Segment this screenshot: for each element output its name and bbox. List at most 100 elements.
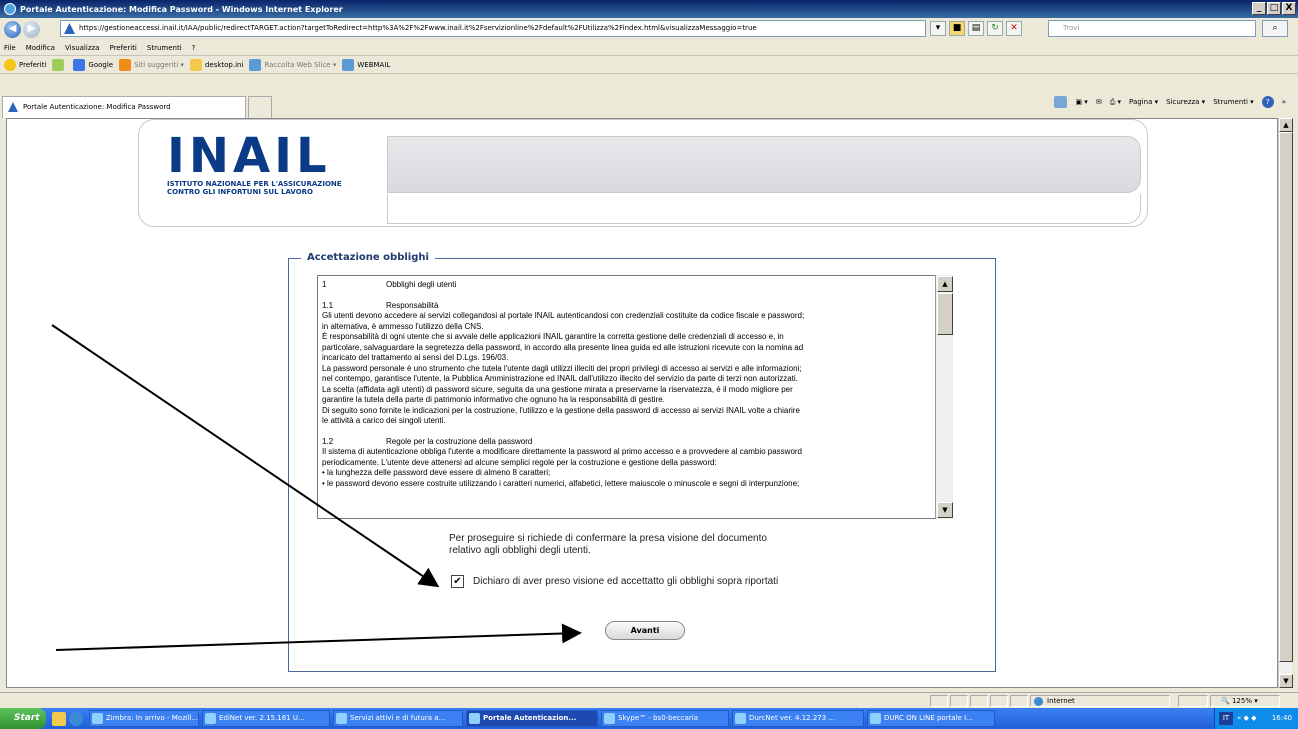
inail-logo-subtitle: ISTITUTO NAZIONALE PER L'ASSICURAZIONE C…	[167, 180, 342, 196]
scroll-down-icon[interactable]: ▼	[937, 502, 953, 518]
fav-suggested[interactable]: Siti suggeriti ▾	[119, 58, 184, 71]
document-line: La password personale è uno strumento ch…	[322, 364, 948, 375]
fav-desktop[interactable]: desktop.ini	[189, 58, 244, 71]
star-icon	[4, 58, 16, 71]
stop-icon[interactable]: ✕	[1006, 21, 1022, 36]
scroll-up-icon[interactable]: ▲	[1279, 118, 1293, 132]
document-line: in alternativa, è ammesso l'utilizzo del…	[322, 322, 948, 333]
forward-button[interactable]: ▶	[23, 20, 40, 38]
accept-checkbox[interactable]: ✔	[451, 575, 464, 588]
page-scrollbar[interactable]: ▲ ▼	[1278, 118, 1293, 688]
document-text: particolare, salvaguardare la segretezza…	[322, 342, 804, 352]
scroll-thumb[interactable]	[937, 293, 953, 335]
new-tab-button[interactable]	[248, 96, 272, 118]
dropdown-arrow-icon[interactable]: ▾	[930, 21, 946, 36]
ie-page-icon	[249, 58, 262, 71]
status-cell	[1010, 695, 1028, 707]
document-line: nel contempo, garantisce l'utente, la Pu…	[322, 374, 948, 385]
section-number: 1	[322, 280, 327, 289]
avanti-button[interactable]: Avanti	[605, 621, 685, 640]
clock: 16:40	[1271, 714, 1292, 722]
refresh-icon[interactable]: ↻	[987, 21, 1003, 36]
url-text: https://gestioneaccessi.inail.it/IAA/pub…	[79, 24, 757, 32]
document-line: incaricato del trattamento ai sensi del …	[322, 353, 948, 364]
scroll-up-icon[interactable]: ▲	[937, 276, 953, 292]
task-durc-online[interactable]: DURC ON LINE portale I...	[867, 710, 995, 727]
fav-desktop-label: desktop.ini	[204, 60, 244, 69]
logo-sub-line1: ISTITUTO NAZIONALE PER L'ASSICURAZIONE	[167, 180, 342, 188]
menu-help[interactable]: ?	[192, 44, 196, 52]
document-text: Gli utenti devono accedere ai servizi co…	[322, 311, 805, 320]
search-icon[interactable]: ⌕	[1262, 20, 1288, 37]
obligations-document[interactable]: 1 Obblighi degli utenti 1.1 Responsabilità G…	[317, 275, 953, 519]
protected-mode-icon[interactable]	[1178, 695, 1208, 707]
menu-strumenti[interactable]: Strumenti	[147, 44, 182, 52]
feeds-icon[interactable]: ▣ ▾	[1075, 98, 1087, 106]
globe-icon	[1034, 697, 1043, 706]
tray-icons[interactable]: « ◆ ◆	[1237, 708, 1257, 729]
task-zimbra[interactable]: Zimbra: In arrivo - Mozill...	[89, 710, 199, 727]
close-button[interactable]: X	[1282, 2, 1296, 15]
minimize-button[interactable]: _	[1252, 2, 1266, 15]
chevron-right-icon[interactable]: »	[1282, 98, 1286, 106]
confirm-instructions: Per proseguire si richiede di confermare…	[449, 533, 767, 557]
task-label: DurcNet ver. 4.12.273 ...	[749, 714, 836, 722]
start-button[interactable]: Start	[0, 708, 46, 729]
firefox-icon	[92, 713, 103, 724]
address-toolbar: ◀ ▶ https://gestioneaccessi.inail.it/IAA…	[0, 18, 1298, 40]
quicklaunch-icon[interactable]	[52, 711, 66, 726]
link-icon	[189, 58, 202, 71]
menu-modifica[interactable]: Modifica	[26, 44, 55, 52]
cmd-strumenti[interactable]: Strumenti ▾	[1213, 98, 1254, 106]
accept-checkbox-label[interactable]: Dichiaro di aver preso visione ed accett…	[473, 576, 778, 587]
print-icon[interactable]: ⎙ ▾	[1110, 98, 1121, 107]
favorites-button[interactable]: Preferiti	[4, 58, 46, 71]
fav-webslice[interactable]: Raccolta Web Slice ▾	[249, 58, 336, 71]
fav-suggested-label: Siti suggeriti ▾	[134, 60, 184, 69]
zone-indicator: Internet	[1030, 695, 1170, 707]
compatibility-icon[interactable]: ▤	[968, 21, 984, 36]
home-icon[interactable]	[1054, 96, 1068, 108]
document-line: 1 Obblighi degli utenti	[322, 280, 948, 291]
menu-preferiti[interactable]: Preferiti	[109, 44, 136, 52]
add-favorite-icon[interactable]	[52, 58, 65, 71]
mail-icon[interactable]: ✉	[1096, 98, 1102, 106]
confirm-line1: Per proseguire si richiede di confermare…	[449, 533, 767, 544]
url-input[interactable]: https://gestioneaccessi.inail.it/IAA/pub…	[60, 20, 926, 37]
document-text: Obblighi degli utenti	[386, 280, 457, 289]
back-button[interactable]: ◀	[4, 20, 21, 38]
quicklaunch-icon[interactable]	[69, 711, 83, 726]
fav-webmail[interactable]: WEBMAIL	[342, 58, 390, 71]
help-icon[interactable]: ?	[1261, 96, 1274, 108]
maximize-button[interactable]: □	[1267, 2, 1281, 15]
search-input[interactable]: Trovi	[1048, 20, 1256, 37]
task-servizi[interactable]: Servizi attivi e di futura a...	[333, 710, 463, 727]
status-cell	[990, 695, 1008, 707]
suggested-sites-icon	[119, 58, 132, 71]
menu-visualizza[interactable]: Visualizza	[65, 44, 99, 52]
app-icon	[735, 713, 746, 724]
zoom-control[interactable]: 🔍 125% ▾	[1210, 695, 1280, 707]
task-skype[interactable]: Skype™ - bs0-beccaria	[601, 710, 729, 727]
task-durcnet[interactable]: DurcNet ver. 4.12.273 ...	[732, 710, 864, 727]
document-text: È responsabilità di ogni utente che si a…	[322, 332, 784, 341]
tab-active[interactable]: Portale Autenticazione: Modifica Passwor…	[2, 96, 246, 118]
scroll-down-icon[interactable]: ▼	[1279, 674, 1293, 688]
command-bar: ▣ ▾ ✉ ⎙ ▾ Pagina ▾ Sicurezza ▾ Strumenti…	[1054, 96, 1286, 108]
fav-google[interactable]: Google	[73, 58, 113, 71]
cmd-sicurezza[interactable]: Sicurezza ▾	[1166, 98, 1205, 106]
menu-file[interactable]: File	[4, 44, 16, 52]
task-edinet[interactable]: EdiNet ver. 2.15.181 U...	[202, 710, 330, 727]
task-portale[interactable]: Portale Autenticazion...	[466, 710, 598, 727]
document-scrollbar[interactable]: ▲ ▼	[935, 275, 953, 519]
lock-icon[interactable]: ■	[949, 21, 965, 36]
document-text: Di seguito sono fornite le indicazioni p…	[322, 405, 800, 415]
scroll-thumb[interactable]	[1279, 132, 1293, 662]
skype-icon	[604, 713, 615, 724]
language-indicator[interactable]: IT	[1219, 712, 1233, 725]
document-line: garantire la tutela della parte di patri…	[322, 395, 948, 406]
cmd-pagina[interactable]: Pagina ▾	[1129, 98, 1158, 106]
windows-taskbar: Start Zimbra: In arrivo - Mozill... EdiN…	[0, 708, 1298, 729]
document-text: incaricato del trattamento ai sensi del …	[322, 353, 509, 362]
